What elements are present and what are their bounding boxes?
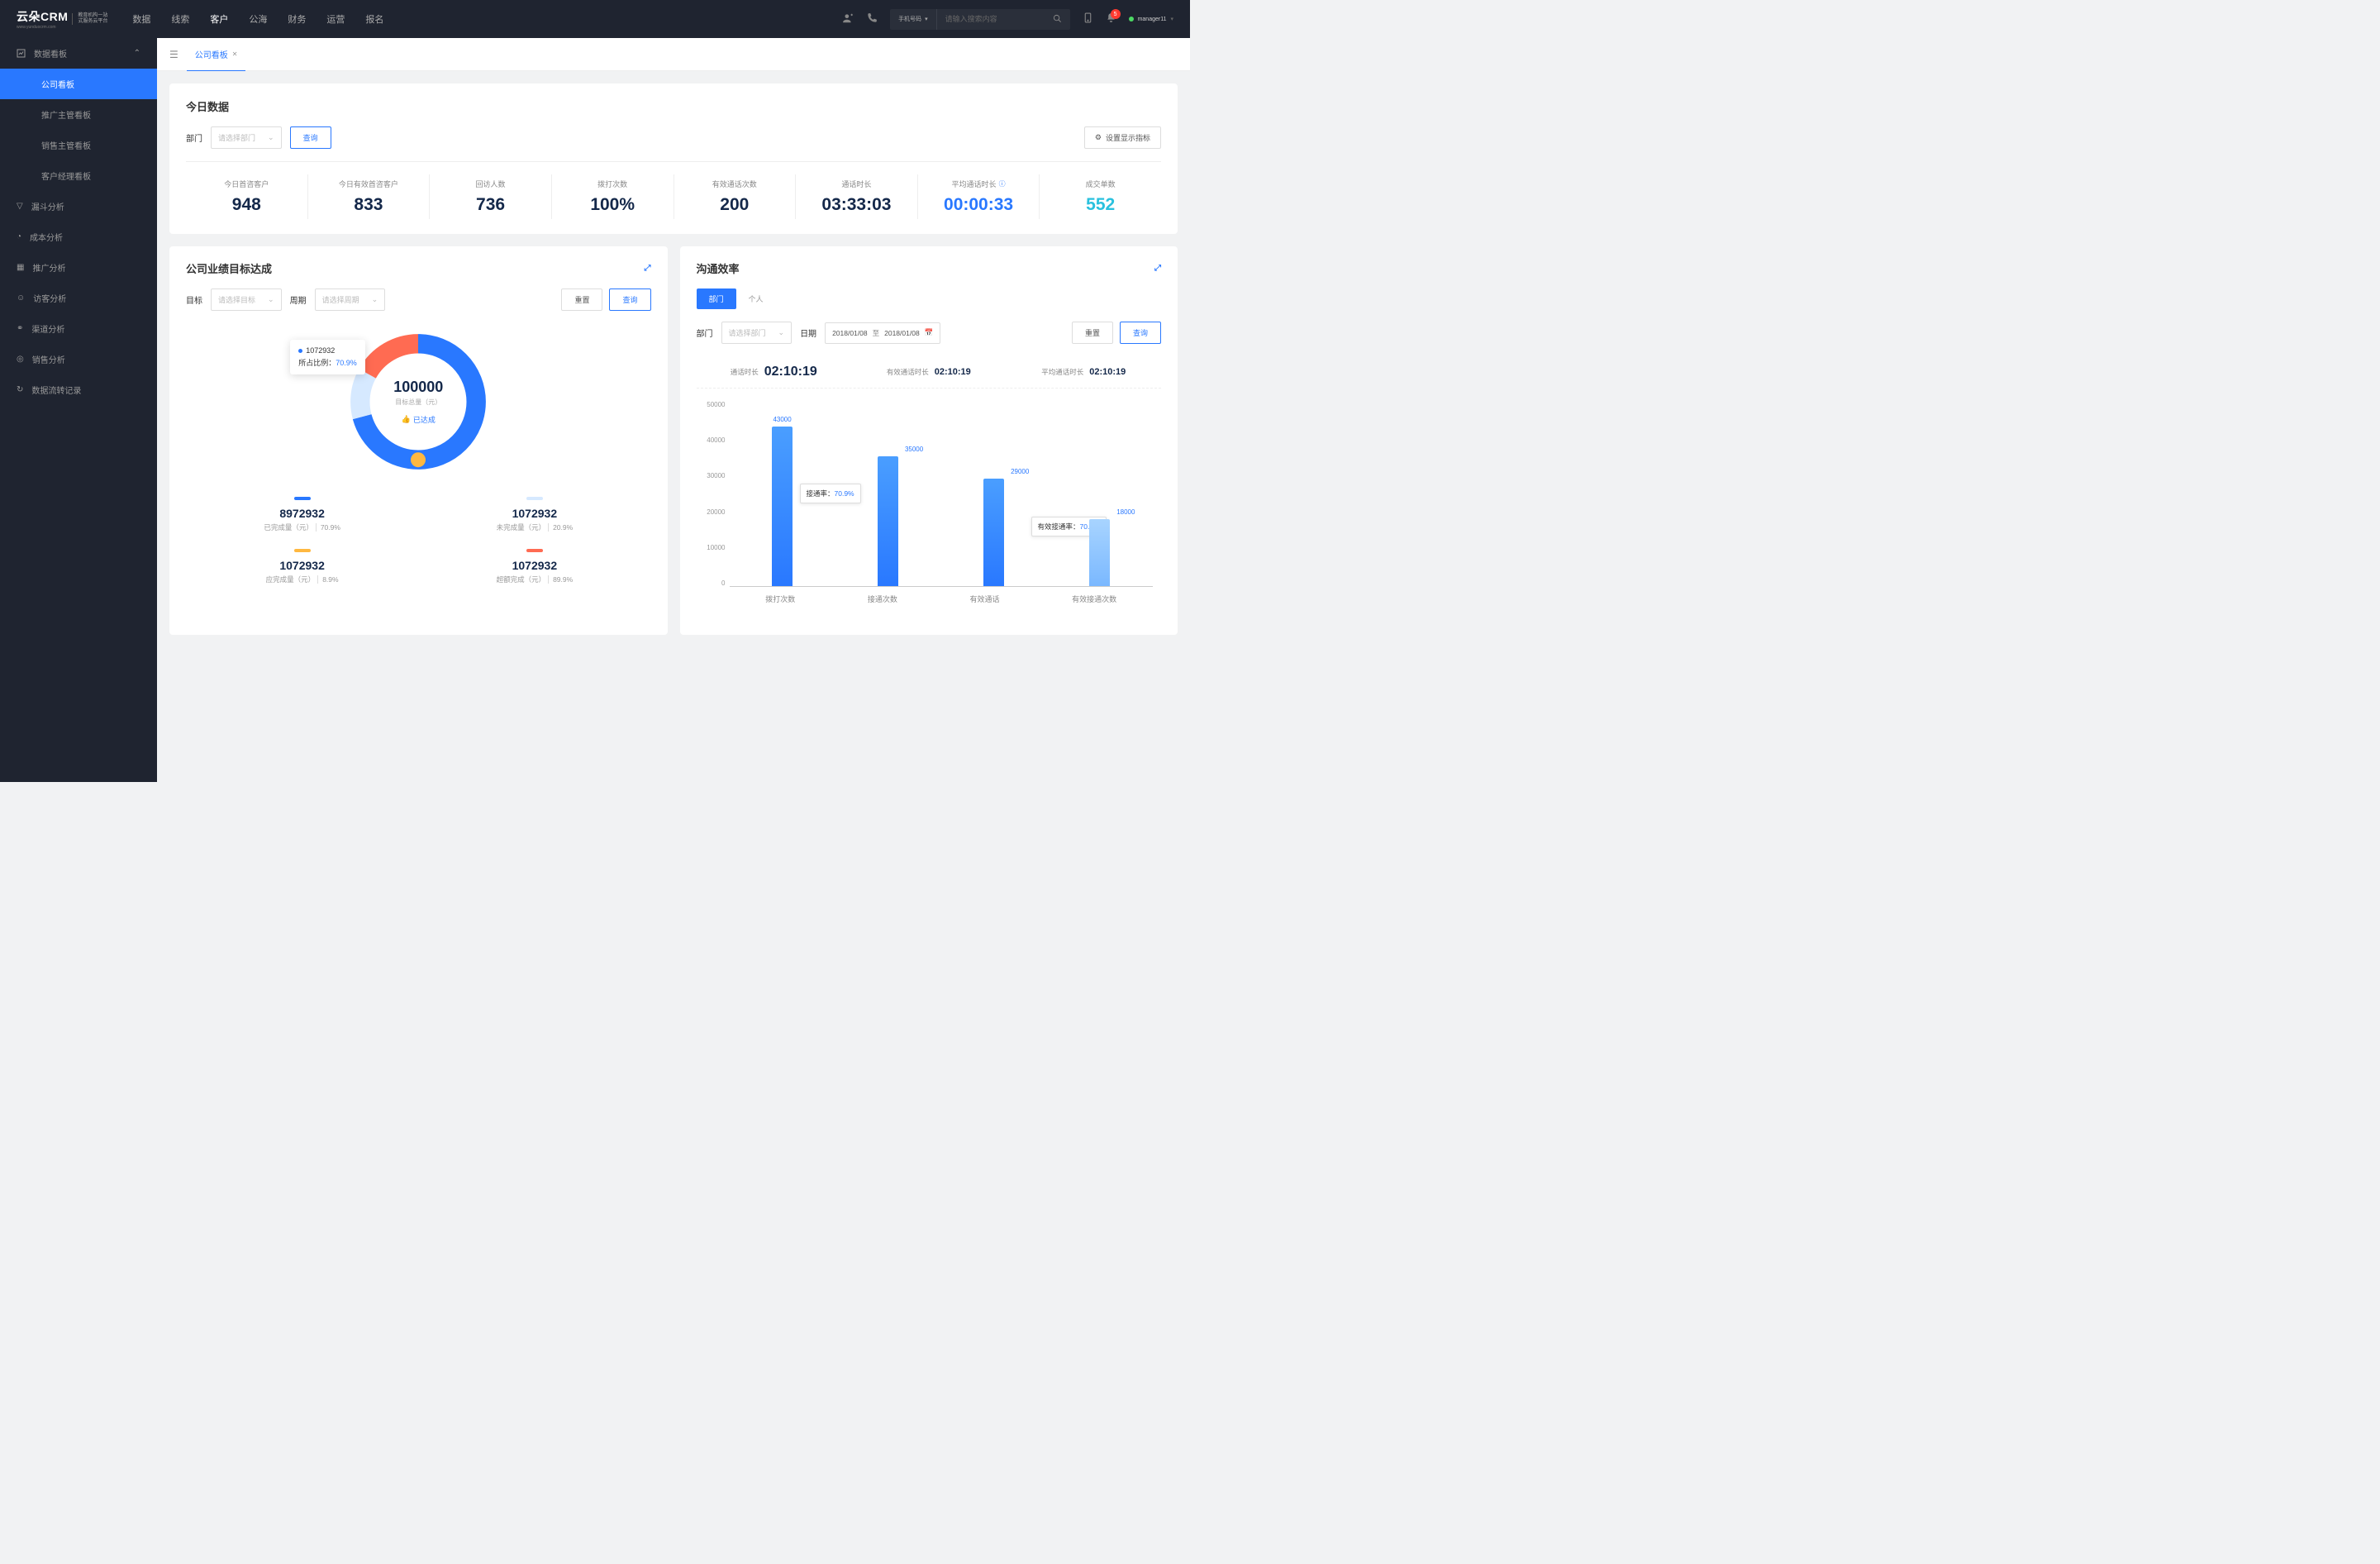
nav-item[interactable]: 运营 [326,0,345,38]
time-stat: 有效通话时长02:10:19 [851,365,1007,379]
search-box: 手机号码▾ [890,9,1070,30]
kpi-item: 有效通话次数200 [674,174,797,220]
x-axis-label: 有效通话 [970,594,1000,604]
efficiency-card: 沟通效率 ⤢ 部门 个人 部门 请选择部门⌄ 日期 2018/01/08 至 [680,246,1178,635]
time-stat: 通话时长02:10:19 [697,365,852,379]
sidebar-item[interactable]: 推广主管看板 [0,99,157,130]
menu-icon: ⚭ [17,324,23,333]
sidebar-item[interactable]: 公司看板 [0,69,157,99]
goal-card: 公司业绩目标达成 ⤢ 目标 请选择目标⌄ 周期 请选择周期⌄ 重置 查询 [169,246,668,635]
tabs-bar: ☰ 公司看板 ✕ [157,38,1190,71]
tab-company-board[interactable]: 公司看板 ✕ [187,38,246,71]
chart-bar: 18000 [1089,519,1110,586]
help-icon[interactable]: ⓘ [999,179,1006,188]
sidebar-item[interactable]: ◎销售分析 [0,344,157,374]
menu-icon: ◔ [17,232,21,241]
sidebar: 数据看板 ⌃ 公司看板推广主管看板销售主管看板客户经理看板 ▽漏斗分析◔成本分析… [0,38,157,782]
nav-item[interactable]: 客户 [210,0,228,38]
nav-item[interactable]: 财务 [288,0,306,38]
kpi-item: 成交单数552 [1040,174,1161,220]
mobile-icon[interactable] [1083,12,1093,26]
card-title: 今日数据 [186,98,229,114]
today-data-card: 今日数据 部门 请选择部门⌄ 查询 ⚙ 设置显示指标 今日首咨客户948今日有效… [169,83,1178,234]
chart-tooltip: 接通率：70.9% [800,484,861,503]
calendar-icon: 📅 [925,328,934,337]
x-axis-label: 拨打次数 [765,594,795,604]
user-menu[interactable]: manager11 ▾ [1129,16,1173,22]
menu-icon: ↻ [17,385,23,394]
period-select[interactable]: 请选择周期⌄ [315,288,386,311]
kpi-item: 今日首咨客户948 [186,174,308,220]
search-input[interactable] [937,15,1045,23]
menu-icon: ◎ [17,355,24,364]
expand-icon[interactable]: ⤢ [645,264,651,273]
phone-icon[interactable] [866,12,878,26]
chart-bar: 29000 [983,479,1004,587]
sidebar-item[interactable]: ☺访客分析 [0,283,157,313]
top-header: 云朵CRM www.yunduocrm.com 教育机构一站式服务云平台 数据线… [0,0,1190,38]
notification-badge: 5 [1111,9,1121,19]
query-button[interactable]: 查询 [1120,322,1161,344]
logo: 云朵CRM www.yunduocrm.com 教育机构一站式服务云平台 [17,8,107,30]
reset-button[interactable]: 重置 [1072,322,1113,344]
sidebar-item[interactable]: 客户经理看板 [0,160,157,191]
gear-icon: ⚙ [1095,133,1102,142]
stat-item: 1072932应完成量（元）8.9% [186,541,418,593]
sidebar-group-dashboard[interactable]: 数据看板 ⌃ [0,38,157,69]
thumbs-up-icon: 👍 [402,415,411,424]
stat-item: 1072932超额完成（元）89.9% [418,541,650,593]
menu-icon: ▽ [17,202,23,211]
nav-item[interactable]: 公海 [249,0,267,38]
sidebar-item[interactable]: ▽漏斗分析 [0,191,157,222]
x-axis-label: 接通次数 [868,594,897,604]
status-dot-icon [1129,17,1134,21]
dept-select[interactable]: 请选择部门⌄ [211,126,282,149]
main-content: ☰ 公司看板 ✕ 今日数据 部门 请选择部门⌄ 查询 ⚙ [157,38,1190,782]
nav-item[interactable]: 报名 [365,0,383,38]
time-stat: 平均通话时长02:10:19 [1007,365,1162,379]
chart-tooltip: 1072932 所占比例：70.9% [290,340,365,374]
search-icon[interactable] [1045,14,1070,25]
chart-bar: 43000 [772,427,793,587]
query-button[interactable]: 查询 [609,288,650,311]
kpi-item: 拨打次数100% [552,174,674,220]
close-icon[interactable]: ✕ [232,50,238,58]
kpi-item: 平均通话时长ⓘ00:00:33 [918,174,1040,220]
chart-bar: 35000 [878,456,898,587]
x-axis-label: 有效接通次数 [1072,594,1116,604]
bell-icon[interactable]: 5 [1106,12,1116,26]
sidebar-item[interactable]: ↻数据流转记录 [0,374,157,405]
kpi-item: 今日有效首咨客户833 [308,174,431,220]
logo-text: 云朵CRM [17,8,68,25]
menu-icon: ☺ [17,293,25,303]
nav-item[interactable]: 数据 [132,0,150,38]
date-range-input[interactable]: 2018/01/08 至 2018/01/08 📅 [825,322,940,344]
seg-tab-personal[interactable]: 个人 [736,288,776,309]
chevron-up-icon: ⌃ [134,49,140,58]
menu-toggle-icon[interactable]: ☰ [169,49,178,60]
kpi-item: 通话时长03:33:03 [796,174,918,220]
stat-item: 1072932未完成量（元）20.9% [418,489,650,541]
dept-select[interactable]: 请选择部门⌄ [721,322,793,344]
expand-icon[interactable]: ⤢ [1154,264,1161,273]
seg-tab-dept[interactable]: 部门 [697,288,736,309]
settings-kpi-button[interactable]: ⚙ 设置显示指标 [1084,126,1161,149]
search-type-select[interactable]: 手机号码▾ [890,9,937,30]
stat-item: 8972932已完成量（元）70.9% [186,489,418,541]
top-nav: 数据线索客户公海财务运营报名 [132,0,842,38]
target-select[interactable]: 请选择目标⌄ [211,288,282,311]
donut-chart: 100000 目标总量（元） 👍 已达成 1072932 所占比例：70.9% [344,327,493,476]
sidebar-item[interactable]: ▦推广分析 [0,252,157,283]
add-user-icon[interactable] [842,12,854,26]
sidebar-item[interactable]: ◔成本分析 [0,222,157,252]
sidebar-item[interactable]: 销售主管看板 [0,130,157,160]
menu-icon: ▦ [17,263,24,272]
query-button[interactable]: 查询 [290,126,331,149]
kpi-item: 回访人数736 [430,174,552,220]
sidebar-item[interactable]: ⚭渠道分析 [0,313,157,344]
nav-item[interactable]: 线索 [171,0,189,38]
reset-button[interactable]: 重置 [561,288,602,311]
bar-chart: 50000400003000020000100000 接通率：70.9% 有效接… [697,389,1162,620]
